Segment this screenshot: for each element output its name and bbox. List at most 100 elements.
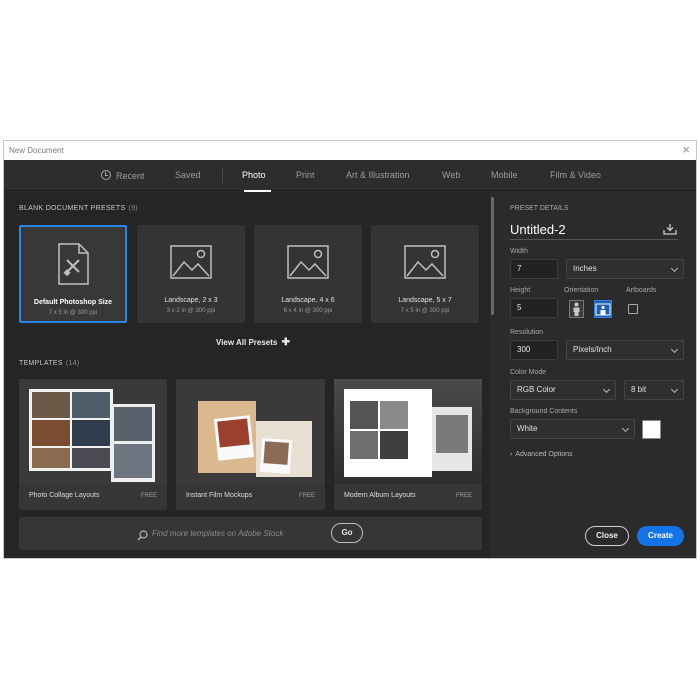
go-button[interactable]: Go: [331, 523, 363, 543]
preset-card-default[interactable]: Default Photoshop Size 7 x 5 in @ 300 pp…: [19, 225, 127, 323]
plus-icon: ✚: [281, 337, 290, 348]
tab-photo[interactable]: Photo: [242, 170, 266, 180]
create-button[interactable]: Create: [637, 526, 684, 546]
preset-details-heading: PRESET DETAILS: [510, 205, 569, 212]
image-icon: [254, 240, 362, 284]
scrollbar-thumb[interactable]: [491, 197, 494, 315]
background-contents-label: Background Contents: [510, 408, 578, 415]
free-badge: FREE: [455, 493, 472, 499]
tab-film-video[interactable]: Film & Video: [550, 170, 601, 180]
collage-photo: [114, 444, 152, 478]
collage-sheet: [111, 404, 155, 482]
height-input[interactable]: 5: [510, 298, 558, 318]
template-card-modern-album[interactable]: Modern Album Layouts FREE: [334, 379, 482, 510]
portrait-orientation-icon[interactable]: [569, 300, 584, 318]
template-card-instant-film[interactable]: Instant Film Mockups FREE: [176, 379, 325, 510]
collage-photo: [72, 448, 110, 468]
preset-size: 7 x 5 in @ 300 ppi: [48, 310, 98, 316]
tab-recent-label: Recent: [116, 171, 145, 181]
background-contents-value: White: [517, 424, 538, 433]
polaroid: [259, 437, 293, 475]
preset-card-landscape-5x7[interactable]: Landscape, 5 x 7 7 x 5 in @ 300 ppi: [371, 225, 479, 323]
album-photo: [436, 415, 468, 453]
preset-size: 7 x 5 in @ 300 ppi: [400, 308, 450, 314]
polaroid: [213, 415, 255, 461]
presets-heading-label: BLANK DOCUMENT PRESETS: [19, 205, 126, 212]
bit-depth-value: 8 bit: [631, 385, 647, 394]
advanced-options-toggle[interactable]: › Advanced Options: [510, 451, 573, 458]
template-name: Modern Album Layouts: [344, 492, 416, 499]
album-photo: [380, 401, 408, 429]
preset-details-panel: PRESET DETAILS Untitled-2 Width 7 Inches…: [495, 192, 696, 558]
resolution-label: Resolution: [510, 329, 544, 336]
save-preset-icon[interactable]: [663, 222, 677, 240]
tab-mobile[interactable]: Mobile: [491, 170, 518, 180]
clock-icon: [101, 170, 111, 180]
album-page: [432, 407, 472, 471]
preset-size: 3 x 2 in @ 300 ppi: [166, 308, 216, 314]
color-mode-value: RGB Color: [517, 385, 556, 394]
color-mode-dropdown[interactable]: RGB Color: [510, 380, 616, 400]
new-document-dialog: New Document × Recent Saved Photo Print …: [3, 140, 697, 559]
category-tabs: Recent Saved Photo Print Art & Illustrat…: [4, 160, 696, 192]
image-icon: [371, 240, 479, 284]
chevron-down-icon: [670, 385, 679, 394]
tab-saved[interactable]: Saved: [175, 170, 201, 180]
polaroid-photo: [263, 441, 289, 465]
preset-name: Landscape, 4 x 6: [281, 297, 335, 304]
album-page: [344, 389, 432, 477]
adobe-stock-search: Find more templates on Adobe Stock Go: [19, 517, 482, 550]
background-color-swatch[interactable]: [642, 420, 661, 439]
tab-print[interactable]: Print: [296, 170, 315, 180]
view-all-presets-link[interactable]: View All Presets ✚: [216, 337, 290, 348]
width-unit-dropdown[interactable]: Inches: [566, 259, 684, 279]
close-icon[interactable]: ×: [682, 142, 690, 158]
template-card-photo-collage[interactable]: Photo Collage Layouts FREE: [19, 379, 167, 510]
document-name-field[interactable]: Untitled-2: [510, 222, 566, 237]
preset-card-landscape-2x3[interactable]: Landscape, 2 x 3 3 x 2 in @ 300 ppi: [137, 225, 245, 323]
template-thumbnail: [334, 379, 482, 484]
collage-photo: [72, 420, 110, 446]
template-thumbnail: [19, 379, 167, 484]
templates-heading: TEMPLATES (14): [19, 360, 79, 367]
height-label: Height: [510, 287, 531, 294]
chevron-down-icon: [621, 424, 630, 433]
advanced-options-label: Advanced Options: [515, 451, 573, 458]
view-all-label: View All Presets: [216, 338, 278, 347]
templates-heading-label: TEMPLATES: [19, 360, 63, 367]
width-input[interactable]: 7: [510, 259, 558, 279]
window-title: New Document: [9, 146, 64, 155]
artboards-checkbox[interactable]: [628, 304, 638, 314]
tab-web[interactable]: Web: [442, 170, 460, 180]
presets-heading: BLANK DOCUMENT PRESETS (9): [19, 205, 138, 212]
close-button[interactable]: Close: [585, 526, 629, 546]
resolution-input[interactable]: 300: [510, 340, 558, 360]
resolution-unit-value: Pixels/Inch: [573, 345, 612, 354]
preset-name: Default Photoshop Size: [33, 299, 113, 306]
preset-card-landscape-4x6[interactable]: Landscape, 4 x 6 6 x 4 in @ 300 ppi: [254, 225, 362, 323]
collage-photo: [32, 392, 70, 418]
resolution-unit-dropdown[interactable]: Pixels/Inch: [566, 340, 684, 360]
image-icon: [137, 240, 245, 284]
stock-search-input[interactable]: Find more templates on Adobe Stock: [152, 529, 283, 538]
album-photo: [350, 431, 378, 459]
landscape-orientation-icon[interactable]: [594, 300, 612, 318]
preset-name: Landscape, 2 x 3: [164, 297, 218, 304]
free-badge: FREE: [140, 493, 157, 499]
chevron-right-icon: ›: [510, 451, 513, 458]
chevron-down-icon: [602, 385, 611, 394]
tab-art-illustration[interactable]: Art & Illustration: [346, 170, 410, 180]
template-name: Instant Film Mockups: [186, 492, 253, 499]
chevron-down-icon: [670, 345, 679, 354]
tab-recent[interactable]: Recent: [101, 170, 145, 181]
chevron-down-icon: [670, 264, 679, 273]
template-thumbnail: [176, 379, 325, 484]
orientation-label: Orientation: [564, 287, 599, 294]
templates-count: (14): [65, 360, 80, 367]
background-contents-dropdown[interactable]: White: [510, 419, 635, 439]
preset-size: 6 x 4 in @ 300 ppi: [283, 308, 333, 314]
document-icon: [21, 242, 125, 286]
bit-depth-dropdown[interactable]: 8 bit: [624, 380, 684, 400]
collage-photo: [114, 407, 152, 441]
width-unit-value: Inches: [573, 264, 597, 273]
